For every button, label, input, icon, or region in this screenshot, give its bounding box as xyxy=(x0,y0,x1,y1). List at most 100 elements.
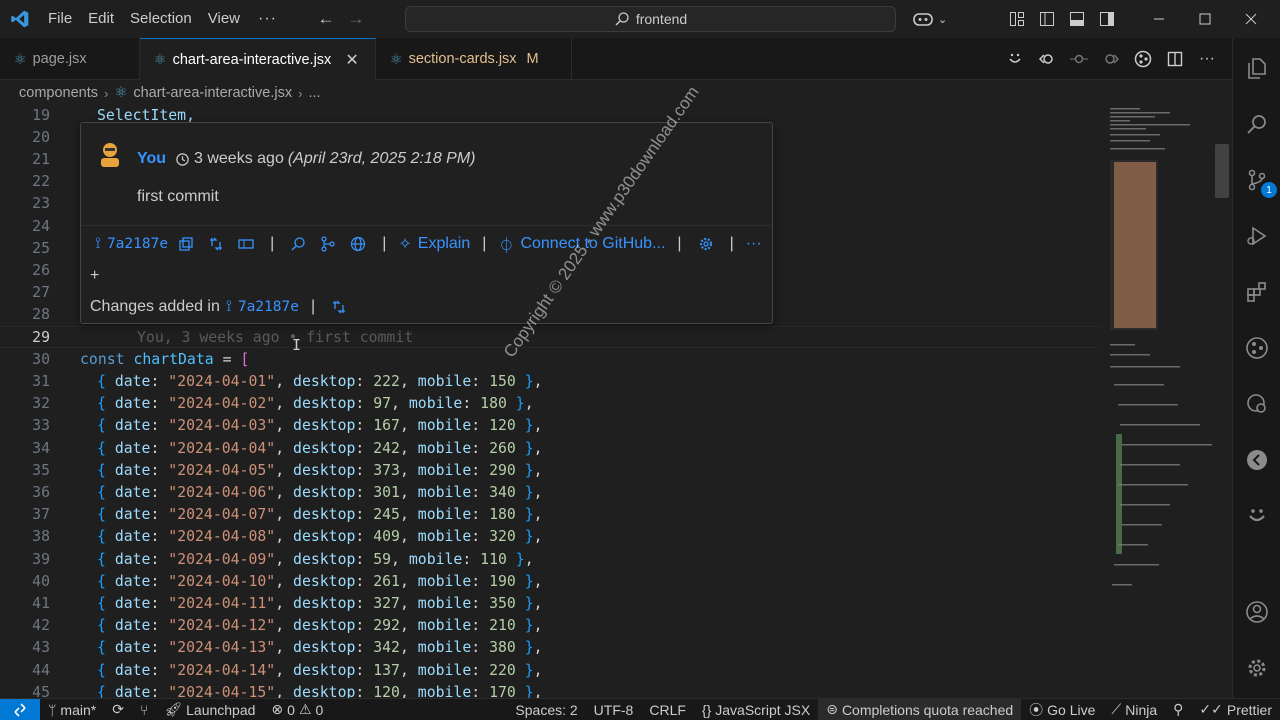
more-actions-icon[interactable]: ··· xyxy=(1192,44,1222,74)
breadcrumb-file[interactable]: chart-area-interactive.jsx xyxy=(133,85,292,101)
code-token: } xyxy=(515,417,534,435)
copilot-edit-icon[interactable] xyxy=(1000,44,1030,74)
breadcrumb-more[interactable]: ... xyxy=(308,85,320,101)
minimize-icon[interactable] xyxy=(1136,0,1182,38)
extensions-icon[interactable] xyxy=(1233,268,1280,316)
commit-relative-time: 3 weeks ago xyxy=(194,150,284,167)
code-token: , xyxy=(533,506,543,524)
more-icon[interactable]: ··· xyxy=(746,235,762,253)
code-token: : xyxy=(355,439,374,457)
git-blame-hover[interactable]: You 3 weeks ago (April 23rd, 2025 2:18 P… xyxy=(80,122,773,324)
code-token: date xyxy=(114,395,151,413)
go-live-button[interactable]: ⦿ Go Live xyxy=(1021,699,1103,720)
menu-view[interactable]: View xyxy=(200,0,248,38)
code-token: : xyxy=(471,594,490,612)
code-token: : xyxy=(150,639,169,657)
explain-link[interactable]: Explain xyxy=(418,235,470,253)
split-editor-icon[interactable] xyxy=(1160,44,1190,74)
commit-author[interactable]: You xyxy=(137,150,166,168)
menu-file[interactable]: File xyxy=(40,0,80,38)
commit-sha-link[interactable]: 7a2187e xyxy=(107,236,168,252)
toggle-primary-sidebar-icon[interactable] xyxy=(1032,0,1062,38)
expand-plus[interactable]: + xyxy=(90,267,99,285)
show-in-graph-icon[interactable] xyxy=(234,229,258,259)
language-mode-button[interactable]: {} JavaScript JSX xyxy=(694,699,818,720)
live-share-icon[interactable] xyxy=(1233,436,1280,484)
toggle-secondary-sidebar-icon[interactable] xyxy=(1092,0,1122,38)
copilot-status-button[interactable]: ⊜ Completions quota reached xyxy=(818,698,1022,720)
sync-icon[interactable]: ⟳ xyxy=(104,699,132,720)
row-date-value: "2024-04-03" xyxy=(168,417,276,435)
chevron-down-icon[interactable]: ⌄ xyxy=(938,13,947,26)
vertical-scrollbar[interactable] xyxy=(1215,144,1229,198)
open-changes-previous-icon[interactable] xyxy=(1032,44,1062,74)
code-line: 33 { date: "2024-04-03", desktop: 167, mo… xyxy=(0,415,1100,437)
prettier-button[interactable]: ✓✓ Prettier xyxy=(1191,699,1280,720)
code-token: : xyxy=(150,417,169,435)
search-icon xyxy=(615,12,629,26)
indentation-button[interactable]: Spaces: 2 xyxy=(507,699,585,720)
eol-button[interactable]: CRLF xyxy=(641,699,694,720)
remote-explorer-icon[interactable] xyxy=(1233,380,1280,428)
git-commit-icon[interactable] xyxy=(1064,44,1094,74)
problems-button[interactable]: ⊗ 0 ⚠ 0 xyxy=(263,699,331,720)
git-compare-icon[interactable] xyxy=(316,229,340,259)
close-icon[interactable]: ✕ xyxy=(345,50,358,70)
search-icon[interactable] xyxy=(286,229,310,259)
code-line: 42 { date: "2024-04-12", desktop: 292, mo… xyxy=(0,615,1100,637)
git-branch-button[interactable]: ᛘ main* xyxy=(40,699,104,720)
settings-icon[interactable] xyxy=(694,229,718,259)
ninja-button[interactable]: ⟋ Ninja xyxy=(1103,699,1165,720)
run-debug-icon[interactable] xyxy=(1233,212,1280,260)
open-changes-next-icon[interactable] xyxy=(1096,44,1126,74)
code-token: , xyxy=(275,550,294,568)
menu-selection[interactable]: Selection xyxy=(122,0,200,38)
copilot-icon[interactable] xyxy=(908,0,938,38)
code-token: , xyxy=(533,417,543,435)
changes-sha-link[interactable]: 7a2187e xyxy=(238,299,299,315)
compare-changes-icon[interactable] xyxy=(204,229,228,259)
copy-icon[interactable] xyxy=(174,229,198,259)
close-window-icon[interactable] xyxy=(1228,0,1274,38)
menu-more-button[interactable]: ··· xyxy=(248,10,287,28)
code-text: { date: "2024-04-14", desktop: 137, mobi… xyxy=(97,662,543,679)
code-line: 40 { date: "2024-04-10", desktop: 261, mo… xyxy=(0,570,1100,592)
row-date-value: "2024-04-07" xyxy=(168,506,276,524)
code-line: 35 { date: "2024-04-05", desktop: 373, mo… xyxy=(0,459,1100,481)
code-token: } xyxy=(515,572,534,590)
globe-icon[interactable] xyxy=(346,229,370,259)
git-graph-icon[interactable]: ⑂ xyxy=(132,699,156,720)
launchpad-button[interactable]: 🚀︎ Launchpad xyxy=(156,699,263,720)
account-icon[interactable] xyxy=(1233,588,1280,636)
tab-page-jsx[interactable]: ⚛ page.jsx xyxy=(0,38,140,80)
customize-layout-icon[interactable] xyxy=(1002,0,1032,38)
code-token: desktop xyxy=(293,528,356,546)
code-token: : xyxy=(471,506,490,524)
copilot-chat-icon[interactable] xyxy=(1233,492,1280,540)
remote-indicator[interactable] xyxy=(0,698,40,720)
forward-arrow-icon[interactable]: → xyxy=(341,9,371,29)
copilot-menu[interactable]: ⌄ xyxy=(908,0,947,38)
gitlens-icon[interactable] xyxy=(1128,44,1158,74)
minimap[interactable] xyxy=(1108,104,1216,698)
back-arrow-icon[interactable]: ← xyxy=(311,9,341,29)
breadcrumb-folder[interactable]: components xyxy=(19,85,98,101)
command-center-search[interactable]: frontend xyxy=(405,6,896,32)
menu-edit[interactable]: Edit xyxy=(80,0,122,38)
search-icon[interactable] xyxy=(1233,100,1280,148)
settings-gear-icon[interactable] xyxy=(1233,644,1280,692)
bell-icon[interactable]: ⚲ xyxy=(1165,699,1191,720)
compare-changes-icon[interactable] xyxy=(327,292,351,322)
maximize-icon[interactable] xyxy=(1182,0,1228,38)
explorer-icon[interactable] xyxy=(1233,44,1280,92)
encoding-button[interactable]: UTF-8 xyxy=(586,699,642,720)
code-line: 36 { date: "2024-04-06", desktop: 301, mo… xyxy=(0,481,1100,503)
source-control-icon[interactable]: 1 xyxy=(1233,156,1280,204)
gitlens-icon[interactable] xyxy=(1233,324,1280,372)
line-number: 33 xyxy=(32,417,50,435)
git-commit-icon: ⟟ xyxy=(225,298,232,315)
tab-section-cards[interactable]: ⚛ section-cards.jsx M xyxy=(376,38,572,80)
toggle-panel-icon[interactable] xyxy=(1062,0,1092,38)
code-token: : xyxy=(355,661,374,679)
tab-chart-area-interactive[interactable]: ⚛ chart-area-interactive.jsx ✕ xyxy=(140,38,376,80)
